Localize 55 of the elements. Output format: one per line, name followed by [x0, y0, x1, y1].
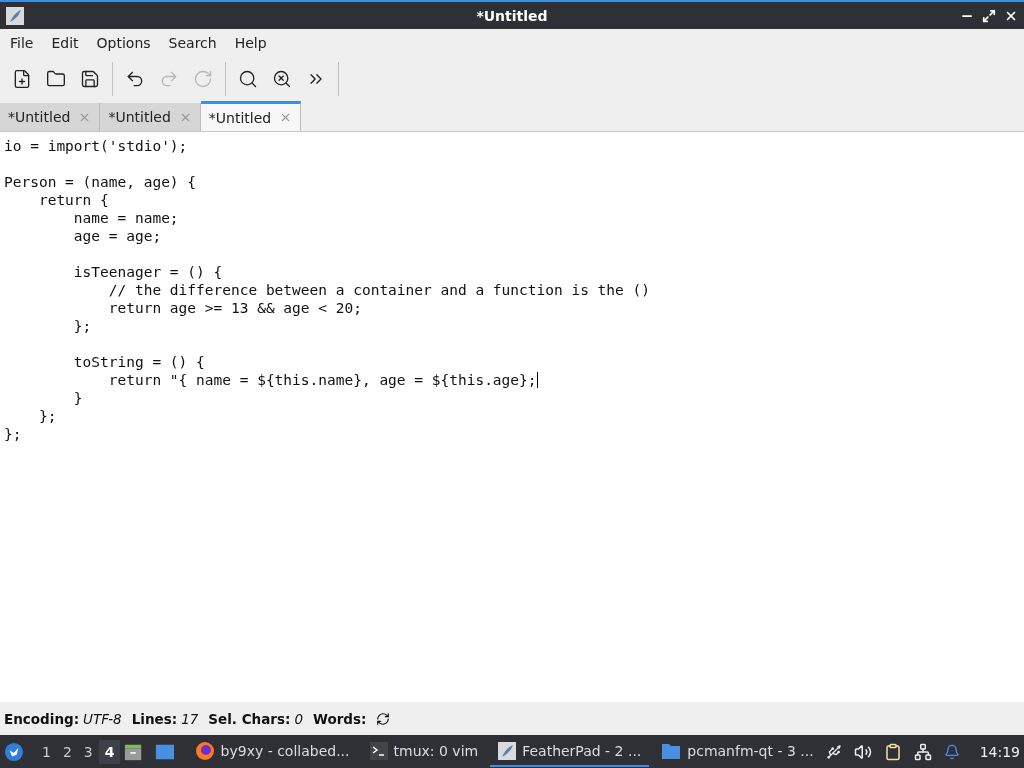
feather-icon: [498, 741, 517, 760]
folder-icon: [661, 741, 682, 760]
tab[interactable]: *Untitled: [100, 103, 201, 131]
code-line: };: [37, 407, 57, 425]
encoding-status: Encoding: UTF-8: [4, 710, 122, 727]
terminal-icon: [369, 741, 388, 760]
code-line: return "{ name = ${this.name}, age = ${this.age};: [107, 371, 537, 389]
code-line: isTeenager = () {: [72, 263, 223, 281]
desktop-icon[interactable]: [154, 742, 175, 761]
clipboard-icon[interactable]: [883, 742, 902, 761]
menu-item[interactable]: Help: [226, 33, 275, 53]
desktop-switch[interactable]: 4: [98, 739, 121, 764]
menu-item[interactable]: Edit: [43, 33, 87, 53]
task-button[interactable]: by9xy - collabed...: [186, 736, 358, 767]
volume-icon[interactable]: [853, 742, 872, 761]
task-button[interactable]: tmux: 0 vim: [361, 736, 487, 767]
code-line: name = name;: [72, 209, 179, 227]
tab[interactable]: *Untitled: [200, 101, 302, 131]
start-menu-icon[interactable]: [4, 740, 24, 763]
code-line: age = age;: [72, 227, 162, 245]
clock[interactable]: 14:19: [979, 743, 1020, 760]
code-line: toString = () {: [72, 353, 205, 371]
code-line: io = import('stdio');: [4, 137, 188, 155]
usb-icon[interactable]: [825, 743, 842, 760]
words-label: Words:: [313, 710, 367, 727]
menu-item[interactable]: Options: [88, 33, 159, 53]
app-icon: [6, 6, 24, 25]
folder-icon[interactable]: [46, 69, 66, 89]
search-icon[interactable]: [238, 69, 258, 89]
undo-icon[interactable]: [125, 69, 145, 89]
lines-status: Lines: 17: [131, 710, 199, 727]
code-line: };: [72, 317, 92, 335]
network-icon[interactable]: [913, 742, 932, 761]
code-line: return age >= 13 && age < 20;: [107, 299, 362, 317]
tab[interactable]: *Untitled: [0, 103, 101, 131]
desktop-switch[interactable]: 3: [77, 739, 99, 764]
menu-item[interactable]: Search: [160, 33, 225, 53]
code-line: }: [72, 389, 83, 407]
maximize-icon[interactable]: [982, 8, 996, 23]
code-line: return {: [37, 191, 109, 209]
code-line: // the difference between a container and a function is the (): [107, 281, 650, 299]
window-title: *Untitled: [476, 7, 548, 24]
task-button[interactable]: pcmanfm-qt - 3 ...: [653, 736, 822, 767]
refresh-icon[interactable]: [376, 711, 391, 726]
code-line: Person = (name, age) {: [4, 173, 197, 191]
task-button[interactable]: FeatherPad - 2 ...: [490, 736, 650, 767]
code-line: };: [4, 425, 22, 443]
new-file-icon[interactable]: [12, 69, 32, 89]
selection-status: Sel. Chars: 0: [208, 710, 303, 727]
save-icon[interactable]: [80, 69, 100, 89]
menu-item[interactable]: File: [2, 33, 42, 53]
desktop-switch[interactable]: 1: [35, 739, 57, 764]
browser-icon: [194, 740, 215, 761]
notification-icon[interactable]: [943, 743, 960, 760]
desktop-switch[interactable]: 2: [56, 739, 78, 764]
